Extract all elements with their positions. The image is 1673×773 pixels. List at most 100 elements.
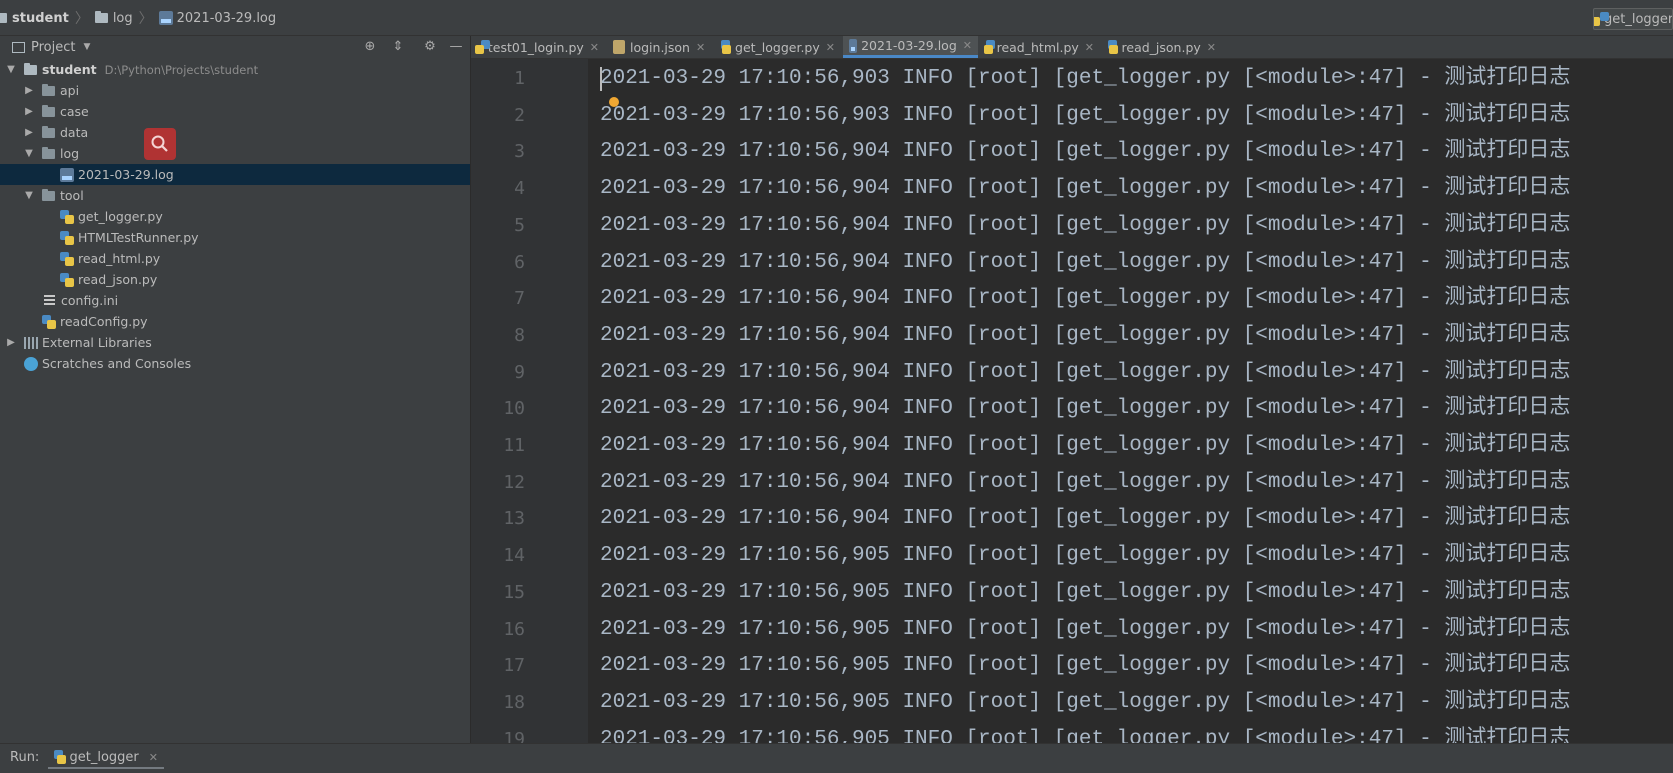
chevron-right-icon: 〉 <box>74 11 89 27</box>
tree-item-label: External Libraries <box>42 335 152 350</box>
code-line[interactable]: 2021-03-29 17:10:56,904 INFO [root] [get… <box>600 208 1570 244</box>
code-line[interactable]: 2021-03-29 17:10:56,905 INFO [root] [get… <box>600 685 1570 721</box>
line-number: 16 <box>503 619 525 640</box>
python-file-icon <box>60 251 74 266</box>
code-line[interactable]: 2021-03-29 17:10:56,905 INFO [root] [get… <box>600 538 1570 574</box>
code-line[interactable]: 2021-03-29 17:10:56,903 INFO [root] [get… <box>600 98 1570 134</box>
tree-root-student[interactable]: ▼ student D:\Python\Projects\student <box>0 59 474 80</box>
text-caret <box>600 67 602 91</box>
code-line[interactable]: 2021-03-29 17:10:56,905 INFO [root] [get… <box>600 722 1570 743</box>
tree-item-data[interactable]: ▶ data <box>0 122 492 143</box>
tree-item-get-logger[interactable]: get_logger.py <box>0 206 530 227</box>
project-tree: ▼ student D:\Python\Projects\student ▶ a… <box>0 58 471 743</box>
folder-icon <box>42 83 55 96</box>
line-number: 7 <box>514 288 525 309</box>
tree-item-case[interactable]: ▶ case <box>0 101 492 122</box>
close-icon[interactable]: ✕ <box>1085 41 1094 54</box>
code-line[interactable]: 2021-03-29 17:10:56,904 INFO [root] [get… <box>600 428 1570 464</box>
code-line[interactable]: 2021-03-29 17:10:56,903 INFO [root] [get… <box>600 61 1570 97</box>
line-number: 12 <box>503 472 525 493</box>
chevron-right-icon: 〉 <box>138 11 153 27</box>
close-icon[interactable]: ✕ <box>1207 41 1216 54</box>
line-number: 9 <box>514 362 525 383</box>
breadcrumb-project[interactable]: student <box>12 11 69 26</box>
code-line[interactable]: 2021-03-29 17:10:56,904 INFO [root] [get… <box>600 391 1570 427</box>
code-line[interactable]: 2021-03-29 17:10:56,904 INFO [root] [get… <box>600 171 1570 207</box>
project-view-selector[interactable]: Project <box>31 40 75 55</box>
tree-item-log-file[interactable]: 2021-03-29.log <box>0 164 470 185</box>
folder-icon <box>42 146 55 159</box>
close-icon[interactable]: ✕ <box>963 39 972 52</box>
code-line[interactable]: 2021-03-29 17:10:56,904 INFO [root] [get… <box>600 134 1570 170</box>
folder-icon <box>42 188 55 201</box>
tree-item-label: 2021-03-29.log <box>78 167 174 182</box>
tab-read-html[interactable]: read_html.py ✕ <box>980 36 1100 58</box>
log-file-icon <box>158 11 173 25</box>
tree-item-read-html[interactable]: read_html.py <box>0 248 530 269</box>
folder-icon <box>42 104 55 117</box>
tab-get-logger[interactable]: get_logger.py ✕ <box>715 36 841 58</box>
expand-arrow-icon[interactable]: ▶ <box>22 106 36 117</box>
code-line[interactable]: 2021-03-29 17:10:56,904 INFO [root] [get… <box>600 245 1570 281</box>
code-line[interactable]: 2021-03-29 17:10:56,904 INFO [root] [get… <box>600 355 1570 391</box>
folder-icon <box>24 62 37 75</box>
tree-item-readconfig[interactable]: readConfig.py <box>0 311 512 332</box>
python-file-icon <box>721 40 732 54</box>
close-icon[interactable]: ✕ <box>149 751 158 764</box>
tree-item-label: read_json.py <box>78 272 158 287</box>
tree-item-label: case <box>60 104 89 119</box>
expand-arrow-icon[interactable]: ▶ <box>22 85 36 96</box>
tree-item-label: HTMLTestRunner.py <box>78 230 199 245</box>
expand-arrow-icon[interactable]: ▼ <box>4 64 18 75</box>
code-line[interactable]: 2021-03-29 17:10:56,904 INFO [root] [get… <box>600 318 1570 354</box>
collapse-all-icon[interactable]: ⇕ <box>390 39 406 55</box>
hide-panel-icon[interactable]: — <box>448 39 464 55</box>
locate-file-icon[interactable]: ⊕ <box>362 39 378 55</box>
tree-item-external-libraries[interactable]: ▶ External Libraries <box>0 332 474 353</box>
code-line[interactable]: 2021-03-29 17:10:56,905 INFO [root] [get… <box>600 648 1570 684</box>
python-file-icon <box>60 209 74 224</box>
tree-item-label: log <box>60 146 80 161</box>
close-icon[interactable]: ✕ <box>590 41 599 54</box>
tab-test01-login[interactable]: test01_login.py ✕ <box>475 36 605 58</box>
tree-item-scratches[interactable]: Scratches and Consoles <box>0 353 494 374</box>
python-file-icon <box>983 40 995 54</box>
code-line[interactable]: 2021-03-29 17:10:56,904 INFO [root] [get… <box>600 465 1570 501</box>
tree-item-tool[interactable]: ▼ tool <box>0 185 492 206</box>
tree-item-config-ini[interactable]: config.ini <box>0 290 514 311</box>
tree-item-label: config.ini <box>61 293 119 308</box>
python-file-icon <box>475 40 490 54</box>
dropdown-arrow-icon[interactable]: ▼ <box>83 42 90 52</box>
breadcrumb-file[interactable]: 2021-03-29.log <box>177 11 277 26</box>
code-line[interactable]: 2021-03-29 17:10:56,905 INFO [root] [get… <box>600 612 1570 648</box>
line-number-gutter: 1 2 3 4 5 6 7 8 9 10 11 12 13 14 15 16 17 18 19 <box>471 59 589 750</box>
line-number: 13 <box>503 508 525 529</box>
run-configuration-selector[interactable]: get_logger <box>1593 8 1673 30</box>
expand-arrow-icon[interactable]: ▼ <box>22 148 36 159</box>
run-tab-get-logger[interactable]: get_logger ✕ <box>48 747 164 769</box>
breadcrumb-folder[interactable]: log <box>113 11 133 26</box>
tab-log-file[interactable]: 2021-03-29.log ✕ <box>843 36 978 58</box>
code-editor[interactable]: 2021-03-29 17:10:56,903 INFO [root] [get… <box>588 59 1673 743</box>
close-icon[interactable]: ✕ <box>696 41 705 54</box>
expand-arrow-icon[interactable]: ▼ <box>22 190 36 201</box>
python-file-icon <box>60 230 74 245</box>
tab-login-json[interactable]: login.json ✕ <box>607 36 713 58</box>
expand-arrow-icon[interactable]: ▶ <box>4 337 18 348</box>
code-line[interactable]: 2021-03-29 17:10:56,904 INFO [root] [get… <box>600 501 1570 537</box>
tab-read-json[interactable]: read_json.py ✕ <box>1102 36 1222 58</box>
close-icon[interactable]: ✕ <box>826 41 835 54</box>
tree-item-log[interactable]: ▼ log <box>0 143 492 164</box>
expand-arrow-icon[interactable]: ▶ <box>22 127 36 138</box>
floating-search-button[interactable] <box>144 128 176 160</box>
editor-tab-bar: test01_login.py ✕ login.json ✕ get_logge… <box>471 36 1673 59</box>
python-file-icon <box>1108 40 1118 54</box>
code-line[interactable]: 2021-03-29 17:10:56,905 INFO [root] [get… <box>600 575 1570 611</box>
line-number: 15 <box>503 582 525 603</box>
gear-icon[interactable]: ⚙ <box>422 39 438 55</box>
tree-item-api[interactable]: ▶ api <box>0 80 492 101</box>
intention-bulb-icon[interactable] <box>609 97 619 107</box>
code-line[interactable]: 2021-03-29 17:10:56,904 INFO [root] [get… <box>600 281 1570 317</box>
tree-item-read-json[interactable]: read_json.py <box>0 269 530 290</box>
tree-item-htmltestrunner[interactable]: HTMLTestRunner.py <box>0 227 530 248</box>
